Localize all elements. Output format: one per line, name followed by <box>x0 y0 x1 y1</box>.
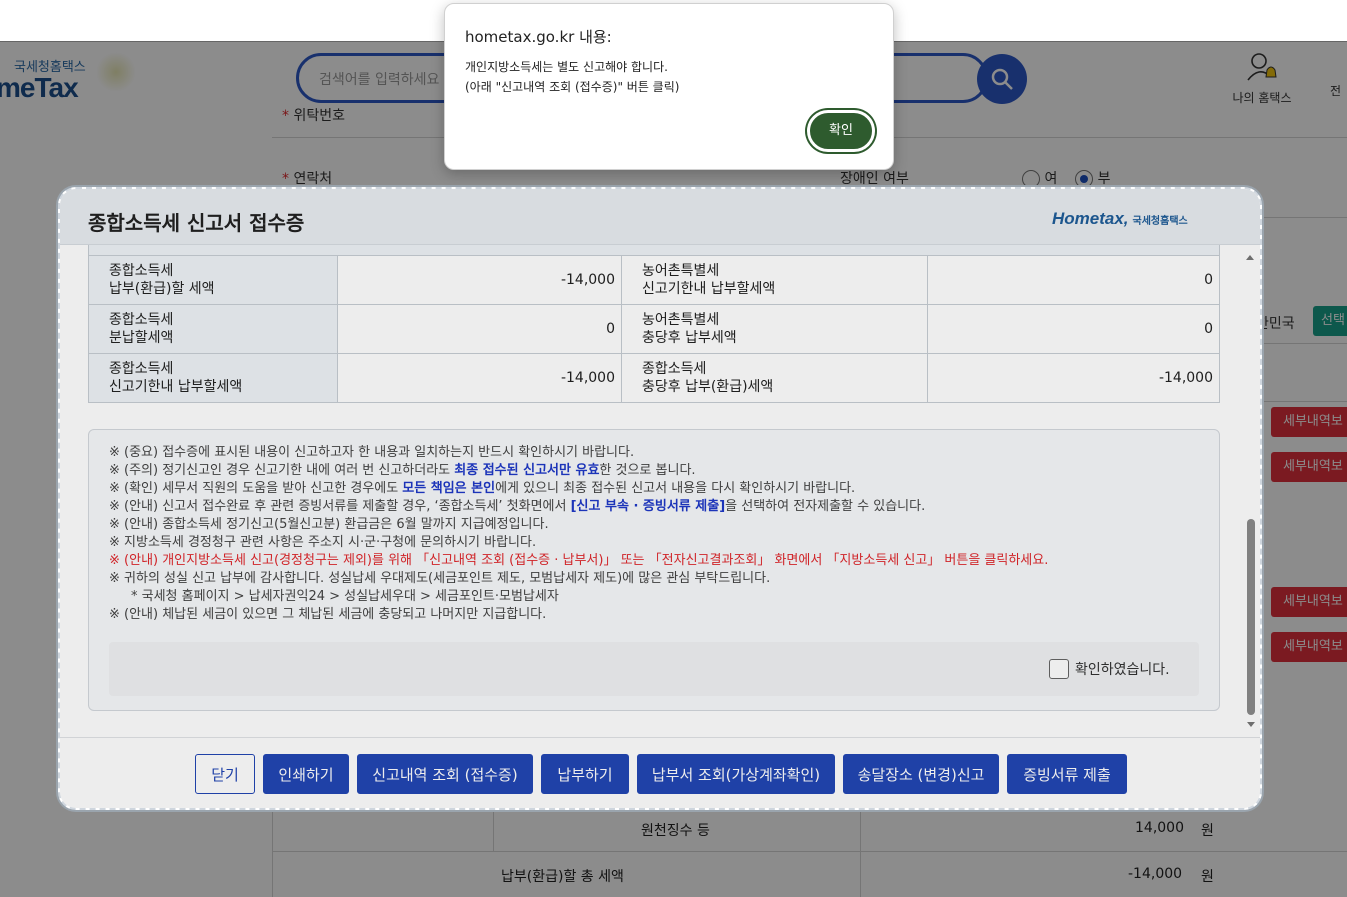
table-value: -14,000 <box>337 255 622 305</box>
notice-line: ※ (안내) 종합소득세 정기신고(5월신고분) 환급금은 6월 말까지 지급예… <box>109 517 549 532</box>
table-value: -14,000 <box>337 353 622 403</box>
modal-header: 종합소득세 신고서 접수증 Hometax, 국세청홈택스 <box>60 189 1260 245</box>
confirm-label[interactable]: 확인하였습니다. <box>1075 659 1170 679</box>
report-history-button[interactable]: 신고내역 조회 (접수증) <box>357 754 533 794</box>
modal-scroll-area[interactable]: 종합소득세 납부(환급)할 세액 -14,000 농어촌특별세 신고기한내 납부할세… <box>60 245 1260 735</box>
table-value: -14,000 <box>927 353 1220 403</box>
modal-logo-text: Hometax, <box>1052 209 1129 228</box>
table-value: 0 <box>927 255 1220 305</box>
tax-summary-table: 종합소득세 납부(환급)할 세액 -14,000 농어촌특별세 신고기한내 납부할세… <box>88 255 1220 403</box>
alert-message-line1: 개인지방소득세는 별도 신고해야 합니다. <box>465 60 668 74</box>
notice-line: ※ 귀하의 성실 신고 납부에 감사합니다. 성실납세 우대제도(세금포인트 제… <box>109 571 771 586</box>
receipt-modal: 종합소득세 신고서 접수증 Hometax, 국세청홈택스 종합소득세 납부(환급)… <box>58 187 1262 810</box>
table-row: 종합소득세 신고기한내 납부할세액 -14,000 종합소득세 충당후 납부(환급)… <box>88 353 1220 403</box>
modal-logo: Hometax, 국세청홈택스 <box>1052 209 1188 229</box>
pay-button[interactable]: 납부하기 <box>541 754 629 794</box>
notice-line: ※ (중요) 접수증에 표시된 내용이 신고하고자 한 내용과 일치하는지 반드… <box>109 445 635 460</box>
notice-line: ※ (확인) 세무서 직원의 도움을 받아 신고한 경우에도 모든 책임은 본인… <box>109 481 856 496</box>
table-row: 종합소득세 납부(환급)할 세액 -14,000 농어촌특별세 신고기한내 납부할세… <box>88 255 1220 305</box>
browser-alert-dialog: hometax.go.kr 내용: 개인지방소득세는 별도 신고해야 합니다. … <box>444 3 894 170</box>
modal-title: 종합소득세 신고서 접수증 <box>88 211 305 235</box>
table-row: 종합소득세 분납할세액 0 농어촌특별세 충당후 납부세액 0 <box>88 304 1220 354</box>
notice-box: ※ (중요) 접수증에 표시된 내용이 신고하고자 한 내용과 일치하는지 반드… <box>88 429 1220 711</box>
modal-footer: 닫기 인쇄하기 신고내역 조회 (접수증) 납부하기 납부서 조회(가상계좌확인… <box>60 737 1260 808</box>
modal-scrollbar[interactable] <box>1246 255 1256 733</box>
submit-proof-button[interactable]: 증빙서류 제출 <box>1007 754 1127 794</box>
delivery-address-button[interactable]: 송달장소 (변경)신고 <box>843 754 999 794</box>
alert-ok-button[interactable]: 확인 <box>807 110 875 152</box>
scroll-thumb[interactable] <box>1247 519 1255 715</box>
notice-line: * 국세청 홈페이지 > 납세자권익24 > 성실납세우대 > 세금포인트·모범… <box>131 589 559 604</box>
alert-title: hometax.go.kr 내용: <box>465 28 612 46</box>
confirm-checkbox[interactable] <box>1049 659 1069 679</box>
payment-bill-button[interactable]: 납부서 조회(가상계좌확인) <box>637 754 835 794</box>
alert-message-line2: (아래 "신고내역 조회 (접수증)" 버튼 클릭) <box>465 80 680 94</box>
scroll-up-icon[interactable] <box>1246 255 1254 260</box>
modal-logo-sub: 국세청홈택스 <box>1132 216 1188 227</box>
table-value: 0 <box>927 304 1220 354</box>
scroll-down-icon[interactable] <box>1247 722 1255 727</box>
notice-line: ※ (안내) 체납된 세금이 있으면 그 체납된 세금에 충당되고 나머지만 지… <box>109 607 547 622</box>
notice-line: ※ (안내) 개인지방소득세 신고(경정청구는 제외)를 위해 「신고내역 조회… <box>109 553 1049 568</box>
table-value: 0 <box>337 304 622 354</box>
close-button[interactable]: 닫기 <box>195 754 255 794</box>
notice-line: ※ 지방소득세 경정청구 관련 사항은 주소지 시·군·구청에 문의하시기 바랍… <box>109 535 537 550</box>
notice-line: ※ (주의) 정기신고인 경우 신고기한 내에 여러 번 신고하더라도 최종 접… <box>109 463 696 478</box>
print-button[interactable]: 인쇄하기 <box>263 754 349 794</box>
notice-line: ※ (안내) 신고서 접수완료 후 관련 증빙서류를 제출할 경우, ‘종합소득… <box>109 499 926 514</box>
confirm-box: 확인하였습니다. <box>109 642 1199 696</box>
